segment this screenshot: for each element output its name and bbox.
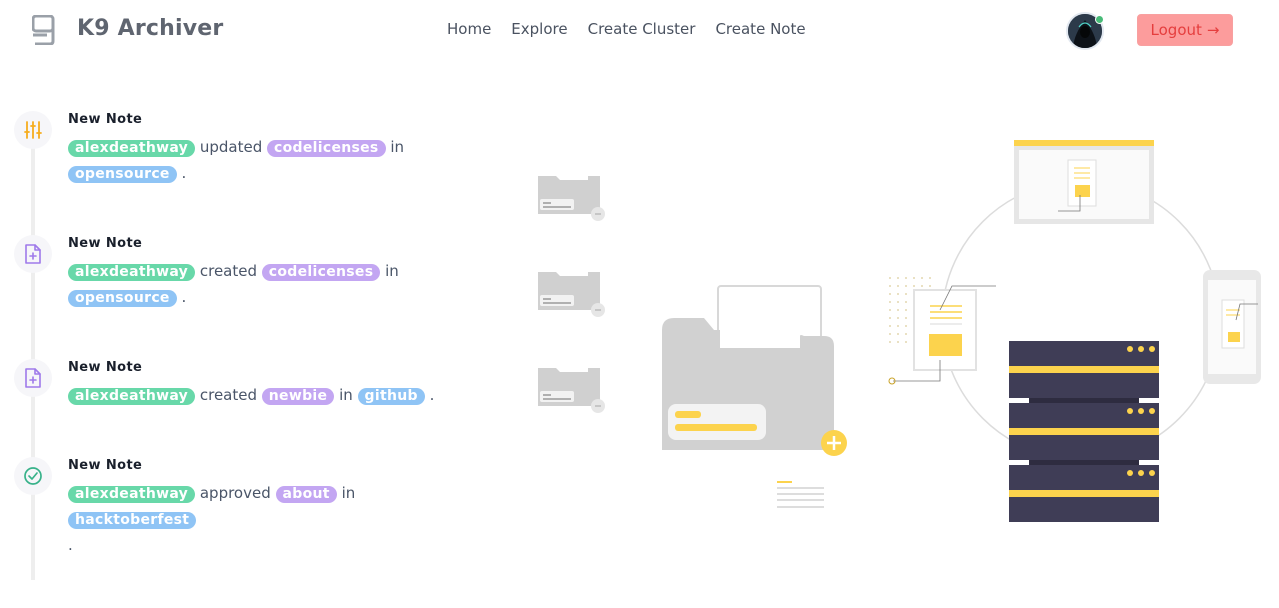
entry-text: alexdeathway created codelicenses in ope…	[68, 258, 478, 310]
entry-title: New Note	[68, 112, 143, 127]
timeline-line	[31, 120, 35, 580]
nav-create-note[interactable]: Create Note	[715, 20, 805, 38]
big-folder-icon	[662, 285, 847, 456]
entry-end: .	[429, 386, 435, 404]
entry-end: .	[68, 536, 73, 554]
user-pill[interactable]: alexdeathway	[68, 486, 196, 503]
entry-text: alexdeathway created newbie in github .	[68, 382, 478, 408]
entry-text: alexdeathway updated codelicenses in ope…	[68, 134, 478, 186]
cluster-pill[interactable]: opensource	[68, 166, 177, 183]
entry-end: .	[181, 288, 187, 306]
timeline-icon-4	[14, 457, 52, 495]
cluster-pill[interactable]: opensource	[68, 290, 177, 307]
note-pill[interactable]: codelicenses	[261, 264, 381, 281]
top-navbar: K9 Archiver Home Explore Create Cluster …	[0, 0, 1279, 60]
timeline-icon-2	[14, 235, 52, 273]
doc-lines-icon	[777, 481, 824, 508]
entry-verb: created	[199, 262, 257, 280]
small-folder-icon	[538, 368, 605, 413]
cluster-pill[interactable]: hacktoberfest	[68, 512, 197, 529]
nav-explore[interactable]: Explore	[511, 20, 567, 38]
timeline-icon-1	[14, 111, 52, 149]
main-nav: Home Explore Create Cluster Create Note	[447, 20, 826, 38]
server-network-icon	[888, 140, 1261, 522]
entry-end: .	[181, 164, 187, 182]
entry-prep: in	[385, 262, 399, 280]
nav-create-cluster[interactable]: Create Cluster	[588, 20, 696, 38]
cluster-pill[interactable]: github	[357, 388, 425, 405]
entry-prep: in	[341, 484, 356, 502]
note-pill[interactable]: about	[275, 486, 337, 503]
brand-title[interactable]: K9 Archiver	[77, 16, 223, 41]
logout-label: Logout	[1150, 21, 1202, 39]
timeline-entry-3: New Note alexdeathway created newbie in …	[68, 360, 478, 408]
archive-illustration	[538, 140, 1261, 522]
logout-button[interactable]: Logout →	[1137, 14, 1233, 46]
note-pill[interactable]: newbie	[261, 388, 335, 405]
entry-title: New Note	[68, 236, 143, 251]
entry-prep: in	[390, 138, 405, 156]
entry-verb: created	[199, 386, 257, 404]
k9-logo-icon[interactable]	[32, 15, 56, 45]
check-circle-icon	[24, 467, 42, 485]
note-pill[interactable]: codelicenses	[267, 140, 386, 157]
nav-home[interactable]: Home	[447, 20, 491, 38]
entry-prep: in	[339, 386, 353, 404]
timeline-entry-2: New Note alexdeathway created codelicens…	[68, 236, 478, 310]
file-plus-icon	[25, 244, 41, 264]
entry-text: alexdeathway approved about in hacktober…	[68, 480, 478, 558]
entry-verb: updated	[199, 138, 263, 156]
entry-title: New Note	[68, 458, 143, 473]
small-folder-icon	[538, 272, 605, 317]
timeline-icon-3	[14, 359, 52, 397]
entry-title: New Note	[68, 360, 143, 375]
online-status-dot	[1095, 15, 1104, 24]
user-pill[interactable]: alexdeathway	[68, 140, 196, 157]
user-pill[interactable]: alexdeathway	[68, 264, 196, 281]
timeline-entry-4: New Note alexdeathway approved about in …	[68, 458, 478, 558]
entry-verb: approved	[199, 484, 271, 502]
small-folder-icon	[538, 176, 605, 221]
file-plus-icon	[25, 368, 41, 388]
timeline-entry-1: New Note alexdeathway updated codelicens…	[68, 112, 478, 186]
arrow-right-icon: →	[1206, 21, 1220, 39]
user-pill[interactable]: alexdeathway	[68, 388, 196, 405]
sliders-icon	[24, 121, 42, 139]
